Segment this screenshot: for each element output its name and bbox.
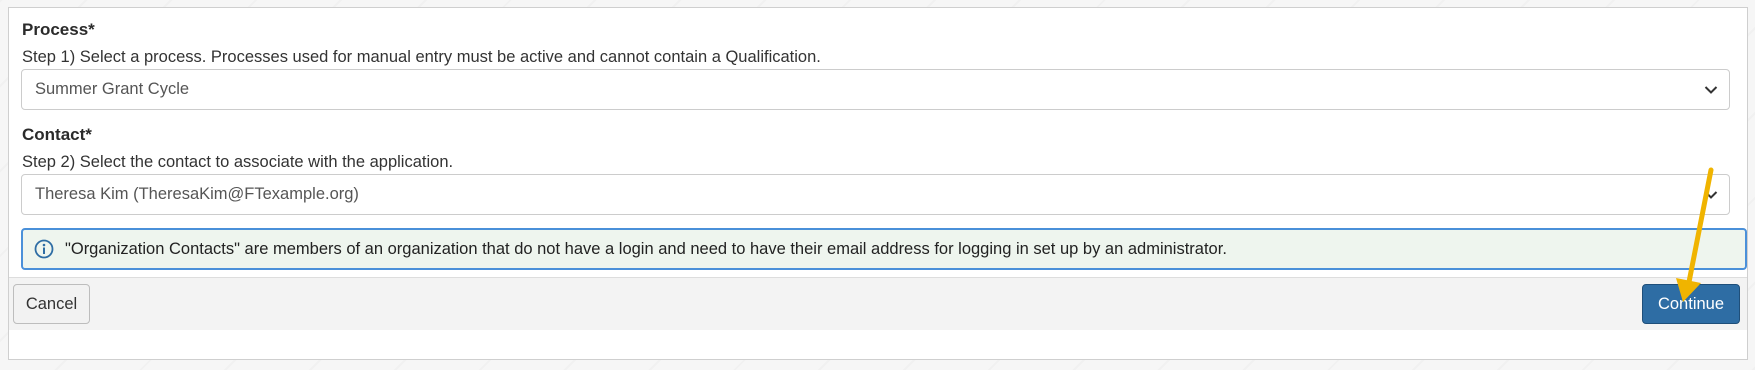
application-form-panel: Process* Step 1) Select a process. Proce… xyxy=(8,7,1748,360)
cancel-button[interactable]: Cancel xyxy=(13,284,90,324)
contact-select[interactable]: Theresa Kim (TheresaKim@FTexample.org) xyxy=(21,174,1730,215)
chevron-down-icon xyxy=(1701,80,1721,100)
form-footer: Cancel Continue xyxy=(9,277,1747,330)
process-title: Process* xyxy=(22,20,95,39)
info-alert: "Organization Contacts" are members of a… xyxy=(21,228,1747,270)
contact-select-value: Theresa Kim (TheresaKim@FTexample.org) xyxy=(35,185,359,203)
chevron-down-icon xyxy=(1701,185,1721,205)
continue-button[interactable]: Continue xyxy=(1642,284,1740,324)
contact-step-text: Step 2) Select the contact to associate … xyxy=(22,153,454,171)
process-select-value: Summer Grant Cycle xyxy=(35,80,190,98)
info-circle-icon xyxy=(33,238,55,260)
page: Process* Step 1) Select a process. Proce… xyxy=(0,0,1755,370)
contact-title: Contact* xyxy=(22,125,92,144)
info-text: "Organization Contacts" are members of a… xyxy=(65,239,1227,258)
process-select[interactable]: Summer Grant Cycle xyxy=(21,69,1730,110)
process-step-text: Step 1) Select a process. Processes used… xyxy=(22,48,821,66)
